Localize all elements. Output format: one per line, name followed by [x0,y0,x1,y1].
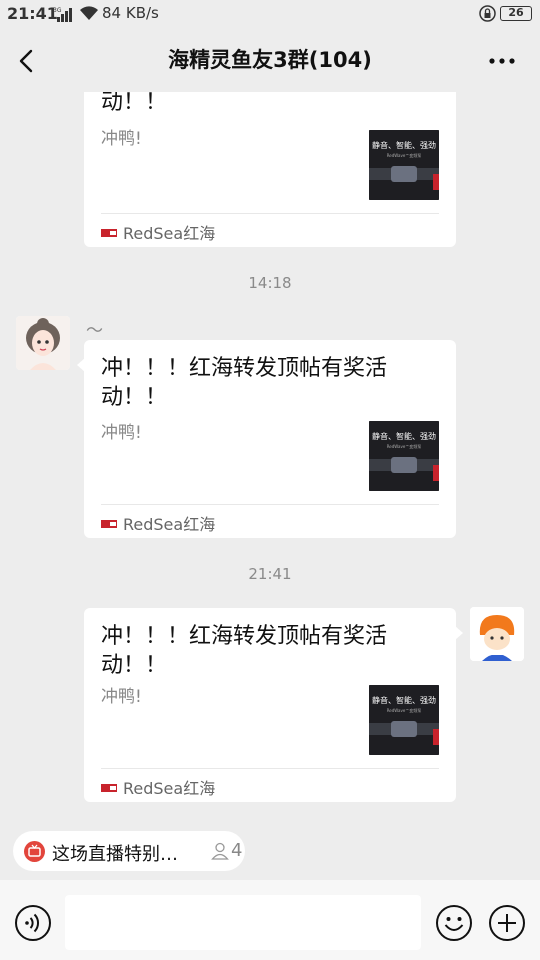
redsea-logo-icon [101,519,117,528]
card-divider [101,768,439,769]
my-avatar[interactable] [470,607,524,661]
card-divider [101,213,439,214]
thumbnail-subline: RedWave™变频泵 [387,443,422,449]
plus-icon[interactable] [488,904,526,942]
link-card-thumbnail: 静音、智能、强劲 RedWave™变频泵 [369,130,439,200]
chat-title: 海精灵鱼友3群(104) [168,48,372,72]
card-divider [101,504,439,505]
live-tv-icon [24,841,45,862]
thumbnail-subline: RedWave™变频泵 [387,707,422,713]
bubble-tail [455,626,463,640]
link-card-title: 冲！！！红海转发顶帖有奖活动！！ [101,624,388,678]
sender-nickname: ～ [86,321,103,341]
link-card-source: RedSea红海 [101,511,215,535]
net-type-label: 3G [53,7,62,14]
link-card-description: 冲鸭! [101,423,142,443]
battery-indicator: 26 [500,6,532,21]
thumbnail-subline: RedWave™变频泵 [387,152,422,158]
thumbnail-headline: 静音、智能、强劲 [372,431,436,441]
more-dots-icon[interactable] [484,46,520,76]
redsea-logo-icon [101,783,117,792]
rotation-lock-icon [479,5,496,22]
chat-header: 海精灵鱼友3群(104) [0,28,540,92]
link-card-thumbnail: 静音、智能、强劲 RedWave™变频泵 [369,421,439,491]
signal-icon: 3G [53,7,72,22]
input-bar [0,880,540,960]
link-card-title: 动！！ [101,92,168,115]
link-card-source: RedSea红海 [101,775,215,799]
link-card-thumbnail: 静音、智能、强劲 RedWave™变频泵 [369,685,439,755]
live-stream-title: 这场直播特别… [52,844,178,865]
redsea-logo-icon [101,228,117,237]
live-stream-bar: 这场直播特别… 4 [0,820,540,880]
link-card[interactable]: 动！！ 冲鸭! 静音、智能、强劲 RedWave™变频泵 RedSea红海 [84,92,456,247]
thumbnail-headline: 静音、智能、强劲 [372,695,436,705]
link-card-description: 冲鸭! [101,129,142,149]
link-card[interactable]: 冲！！！红海转发顶帖有奖活动！！ 冲鸭! 静音、智能、强劲 RedWave™变频… [84,608,456,802]
wifi-icon [80,6,98,20]
status-bar: 21:41 3G 84 KB/s 26 [0,0,540,28]
link-card[interactable]: 冲！！！红海转发顶帖有奖活动！！ 冲鸭! 静音、智能、强劲 RedWave™变频… [84,340,456,538]
person-icon [211,842,229,860]
message-timestamp: 21:41 [248,565,292,583]
message-list[interactable]: 动！！ 冲鸭! 静音、智能、强劲 RedWave™变频泵 RedSea红海 14… [0,92,540,820]
status-time: 21:41 [7,4,58,23]
sender-avatar[interactable] [16,316,70,370]
source-name: RedSea红海 [123,515,216,534]
live-stream-pill[interactable]: 这场直播特别… 4 [13,831,245,871]
network-speed: 84 KB/s [102,4,159,22]
voice-input-icon[interactable] [14,904,52,942]
message-timestamp: 14:18 [248,274,292,292]
emoji-icon[interactable] [435,904,473,942]
thumbnail-headline: 静音、智能、强劲 [372,140,436,150]
link-card-title: 冲！！！红海转发顶帖有奖活动！！ [101,356,388,410]
link-card-description: 冲鸭! [101,687,142,707]
source-name: RedSea红海 [123,224,216,243]
message-input[interactable] [65,895,421,950]
viewer-count: 4 [231,840,243,861]
link-card-source: RedSea红海 [101,220,215,244]
source-name: RedSea红海 [123,779,216,798]
